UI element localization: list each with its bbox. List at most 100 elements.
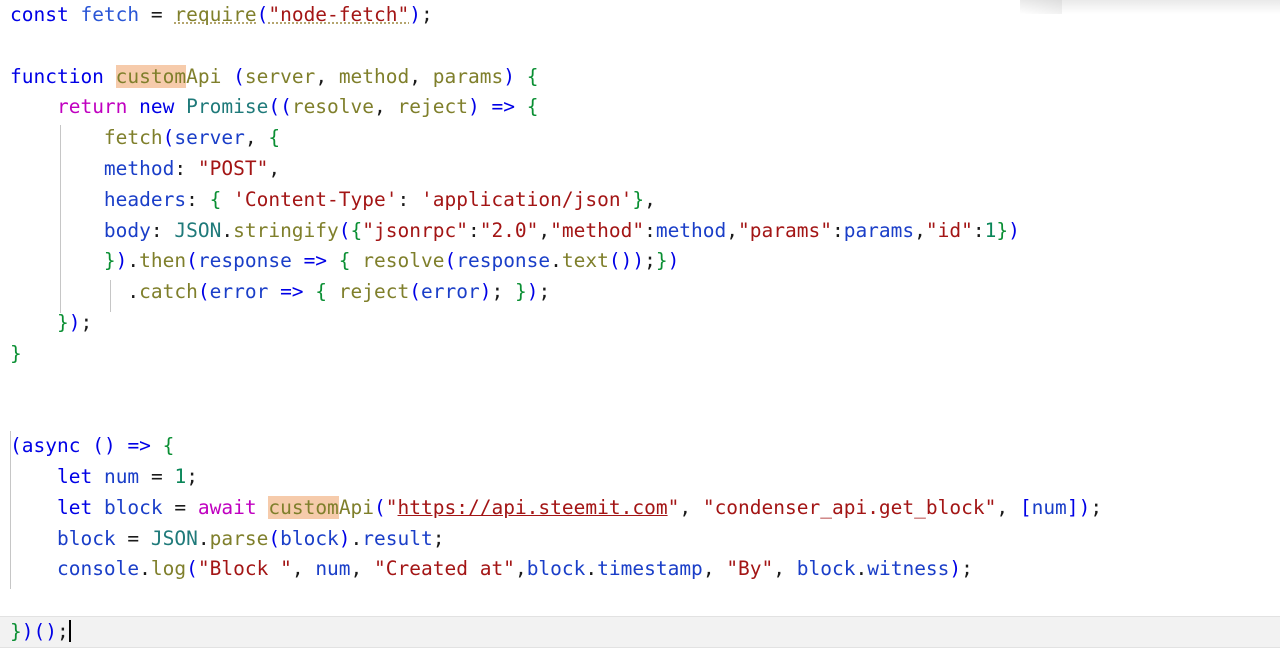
code-token: )	[338, 526, 351, 550]
code-line[interactable]: function customApi (server, method, para…	[0, 62, 1280, 93]
code-token: ,	[374, 95, 386, 119]
code-line[interactable]	[0, 31, 1280, 62]
code-line[interactable]: fetch(server, {	[0, 123, 1280, 154]
code-token: response	[197, 249, 292, 273]
code-token: block	[56, 526, 116, 550]
code-token: {	[268, 126, 281, 150]
code-line[interactable]: .catch(error => { reject(error); });	[0, 277, 1280, 308]
code-token: ]	[1066, 495, 1079, 519]
code-token: }	[655, 249, 668, 273]
code-token: let	[56, 464, 93, 488]
code-line[interactable]: let num = 1;	[0, 462, 1280, 493]
code-token: method	[338, 64, 410, 88]
code-token: "id"	[925, 218, 973, 242]
code-editor[interactable]: const fetch = require("node-fetch"); func…	[0, 0, 1280, 648]
code-token: )	[1078, 495, 1091, 519]
code-line[interactable]: body: JSON.stringify({"jsonrpc":"2.0","m…	[0, 216, 1280, 247]
code-token: "Block "	[197, 557, 292, 581]
code-token: await	[197, 495, 257, 519]
code-token: JSON	[150, 526, 198, 550]
code-token: ,	[244, 126, 257, 150]
code-token: ,	[350, 557, 363, 581]
code-token: }	[10, 619, 22, 643]
code-token: block	[103, 495, 163, 519]
code-line[interactable]: const fetch = require("node-fetch");	[0, 0, 1280, 31]
code-token: ,	[291, 557, 304, 581]
code-token: "Created at"	[374, 557, 515, 581]
code-token: block	[796, 557, 856, 581]
code-line[interactable]	[0, 585, 1280, 616]
code-token: num	[1031, 495, 1067, 519]
code-token: .	[585, 557, 598, 581]
code-line[interactable]: (async () => {	[0, 431, 1280, 462]
code-token: ,	[315, 64, 328, 88]
code-line[interactable]: }).then(response => { resolve(response.t…	[0, 246, 1280, 277]
code-token: then	[139, 249, 187, 273]
code-token: "jsonrpc"	[362, 218, 468, 242]
code-line[interactable]: })();	[0, 615, 1280, 648]
code-token: ()	[33, 619, 57, 643]
code-token: ,	[644, 187, 656, 211]
code-token: =>	[280, 280, 304, 304]
code-token: =>	[303, 249, 328, 273]
code-line[interactable]: });	[0, 308, 1280, 339]
code-token: return	[56, 95, 128, 119]
code-token: ,	[773, 557, 786, 581]
code-content[interactable]: const fetch = require("node-fetch"); func…	[0, 0, 1280, 648]
code-line[interactable]: method: "POST",	[0, 154, 1280, 185]
code-token: ;	[491, 280, 504, 304]
code-token: :	[174, 156, 187, 180]
code-token: .	[139, 557, 151, 581]
code-token: ;	[1090, 495, 1103, 519]
code-line[interactable]: return new Promise((resolve, reject) => …	[0, 92, 1280, 123]
code-token: (	[197, 280, 210, 304]
code-token: catch	[139, 280, 198, 304]
code-token: )	[21, 619, 34, 643]
code-token: )	[1008, 218, 1020, 242]
code-token: ,	[726, 218, 739, 242]
code-line[interactable]: console.log("Block ", num, "Created at",…	[0, 554, 1280, 585]
code-token: block	[280, 526, 339, 550]
code-line[interactable]: let block = await customApi("https://api…	[0, 493, 1280, 524]
code-token: ;	[56, 619, 69, 643]
code-token: new	[139, 95, 175, 119]
code-token: .	[127, 249, 140, 273]
code-token[interactable]: https://api.steemit.com	[398, 496, 668, 519]
code-token: (	[338, 218, 351, 242]
code-line[interactable]: headers: { 'Content-Type': 'application/…	[0, 185, 1280, 216]
code-token: num	[103, 464, 140, 488]
code-token: "	[667, 495, 680, 519]
code-line[interactable]	[0, 370, 1280, 401]
code-token: ;	[80, 310, 93, 334]
code-token: ,	[679, 495, 692, 519]
code-line[interactable]: block = JSON.parse(block).result;	[0, 524, 1280, 555]
code-token: (	[186, 249, 198, 273]
code-token: console	[56, 557, 140, 581]
code-token: JSON	[174, 218, 222, 242]
code-line[interactable]	[0, 400, 1280, 431]
code-token: reject	[338, 280, 410, 304]
code-line[interactable]: }	[0, 339, 1280, 370]
code-token: {	[162, 434, 175, 458]
code-token: ,	[409, 64, 422, 88]
code-token: Promise	[186, 95, 269, 119]
code-token: Api	[186, 64, 222, 88]
text-cursor	[68, 619, 71, 642]
